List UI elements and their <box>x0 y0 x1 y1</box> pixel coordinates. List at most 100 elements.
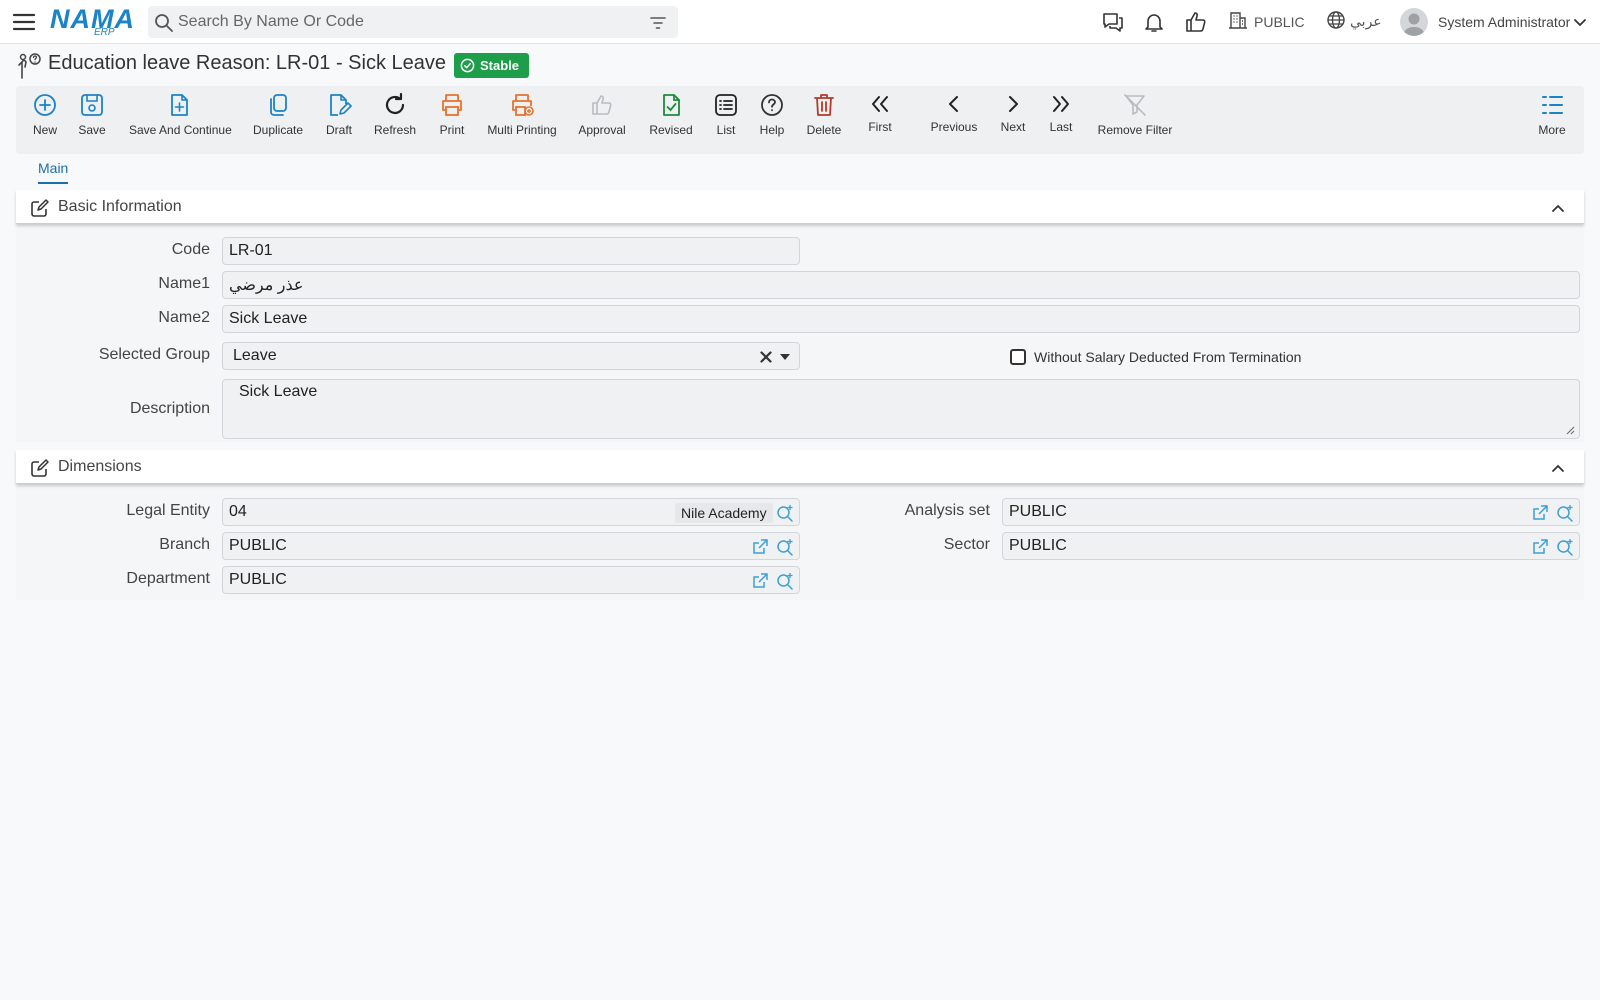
clear-icon[interactable] <box>759 350 773 364</box>
basic-information-header[interactable]: Basic Information <box>16 190 1584 224</box>
file-plus-icon <box>171 94 188 116</box>
chevron-left-icon <box>949 96 958 112</box>
next-record-button[interactable]: Next <box>998 92 1028 150</box>
filter-icon[interactable] <box>648 13 668 33</box>
description-field[interactable]: Sick Leave <box>222 379 1580 439</box>
department-label: Department <box>126 570 210 587</box>
open-external-icon[interactable] <box>751 572 769 590</box>
search-lookup-icon[interactable] <box>1556 538 1574 556</box>
name2-field[interactable] <box>222 305 1580 333</box>
analysis-set-field[interactable] <box>1002 498 1580 526</box>
chevron-up-icon[interactable] <box>1550 200 1566 216</box>
notification-bell-icon[interactable] <box>1142 10 1166 34</box>
refresh-button[interactable]: Refresh <box>373 92 417 150</box>
last-record-button[interactable]: Last <box>1046 92 1076 150</box>
sector-input[interactable] <box>1009 536 1509 556</box>
legal-entity-field[interactable]: Nile Academy <box>222 498 800 526</box>
like-icon[interactable] <box>1184 10 1208 34</box>
search-input[interactable] <box>178 10 638 34</box>
selected-group-value[interactable] <box>233 346 733 366</box>
dropdown-caret-icon[interactable] <box>779 352 791 362</box>
top-bar: NAMA ERP PUBLIC عربي System Administrato… <box>0 0 1600 44</box>
help-button[interactable]: Help <box>759 92 785 150</box>
name2-input[interactable] <box>229 309 1569 329</box>
search-lookup-icon[interactable] <box>776 572 794 590</box>
description-textarea[interactable]: Sick Leave <box>239 383 1559 433</box>
search-lookup-icon[interactable] <box>776 538 794 556</box>
remove-filter-label: Remove Filter <box>1097 123 1173 137</box>
department-field[interactable] <box>222 566 800 594</box>
delete-button[interactable]: Delete <box>805 92 843 150</box>
approval-button[interactable]: Approval <box>577 92 627 150</box>
branch-input[interactable] <box>229 536 729 556</box>
search-lookup-icon[interactable] <box>776 504 794 522</box>
printer-icon <box>442 94 462 116</box>
print-label: Print <box>439 123 465 137</box>
app-logo[interactable]: NAMA ERP <box>50 4 135 38</box>
sector-field[interactable] <box>1002 532 1580 560</box>
selected-group-label: Selected Group <box>98 346 210 363</box>
chevrons-right-icon <box>1053 96 1069 112</box>
code-label: Code <box>171 241 210 258</box>
save-and-continue-button[interactable]: Save And Continue <box>129 92 232 150</box>
more-list-icon <box>1542 96 1563 114</box>
description-label: Description <box>129 400 210 417</box>
open-external-icon[interactable] <box>1531 504 1549 522</box>
language-label: عربي <box>1350 13 1382 29</box>
checkbox-box[interactable] <box>1010 349 1026 365</box>
status-badge: Stable <box>454 53 530 78</box>
list-button[interactable]: List <box>713 92 739 150</box>
save-button[interactable]: Save <box>77 92 107 150</box>
branch-label: Branch <box>159 536 210 553</box>
search-lookup-icon[interactable] <box>1556 504 1574 522</box>
code-field[interactable] <box>222 237 800 265</box>
tab-bar: Main <box>16 154 1584 186</box>
file-check-icon <box>663 94 680 116</box>
filter-off-icon <box>1124 94 1146 116</box>
file-edit-icon <box>330 94 352 116</box>
selected-group-select[interactable] <box>222 342 800 370</box>
dimensions-header[interactable]: Dimensions <box>16 450 1584 484</box>
logo-text: NAMA <box>50 4 135 34</box>
checkbox-label: Without Salary Deducted From Termination <box>1034 349 1302 365</box>
revised-button[interactable]: Revised <box>649 92 693 150</box>
chevron-up-icon[interactable] <box>1550 460 1566 476</box>
new-button[interactable]: New <box>30 92 60 150</box>
duplicate-button[interactable]: Duplicate <box>253 92 303 150</box>
remove-filter-button[interactable]: Remove Filter <box>1095 92 1175 150</box>
language-selector[interactable]: عربي <box>1326 10 1382 34</box>
help-label: Help <box>759 123 785 137</box>
print-button[interactable]: Print <box>437 92 467 150</box>
approval-label: Approval <box>578 123 626 137</box>
analysis-set-input[interactable] <box>1009 502 1509 522</box>
code-input[interactable] <box>229 241 789 261</box>
plus-circle-icon <box>34 94 56 116</box>
new-label: New <box>32 123 57 137</box>
page-title: Education leave Reason: LR-01 - Sick Lea… <box>48 52 447 74</box>
next-label: Next <box>1000 120 1026 134</box>
previous-record-button[interactable]: Previous <box>929 92 979 150</box>
avatar <box>1400 8 1428 36</box>
department-input[interactable] <box>229 570 729 590</box>
legal-entity-name-tag: Nile Academy <box>675 503 773 523</box>
draft-button[interactable]: Draft <box>324 92 354 150</box>
branch-field[interactable] <box>222 532 800 560</box>
first-record-button[interactable]: First <box>865 92 895 150</box>
company-selector[interactable]: PUBLIC <box>1228 10 1305 34</box>
resize-handle-icon[interactable] <box>1565 425 1575 435</box>
save-icon <box>81 94 103 116</box>
previous-label: Previous <box>930 120 978 134</box>
building-icon <box>1229 12 1247 29</box>
name1-input[interactable] <box>229 275 1569 295</box>
chat-icon[interactable] <box>1101 10 1125 34</box>
hamburger-menu-icon[interactable] <box>12 10 36 34</box>
more-button[interactable]: More <box>1537 92 1567 150</box>
open-external-icon[interactable] <box>1531 538 1549 556</box>
check-circle-icon <box>460 58 475 73</box>
company-name: PUBLIC <box>1254 14 1305 30</box>
legal-entity-input[interactable] <box>229 502 629 522</box>
name1-field[interactable] <box>222 271 1580 299</box>
tab-main[interactable]: Main <box>38 160 69 184</box>
multi-printing-button[interactable]: Multi Printing <box>486 92 558 150</box>
open-external-icon[interactable] <box>751 538 769 556</box>
